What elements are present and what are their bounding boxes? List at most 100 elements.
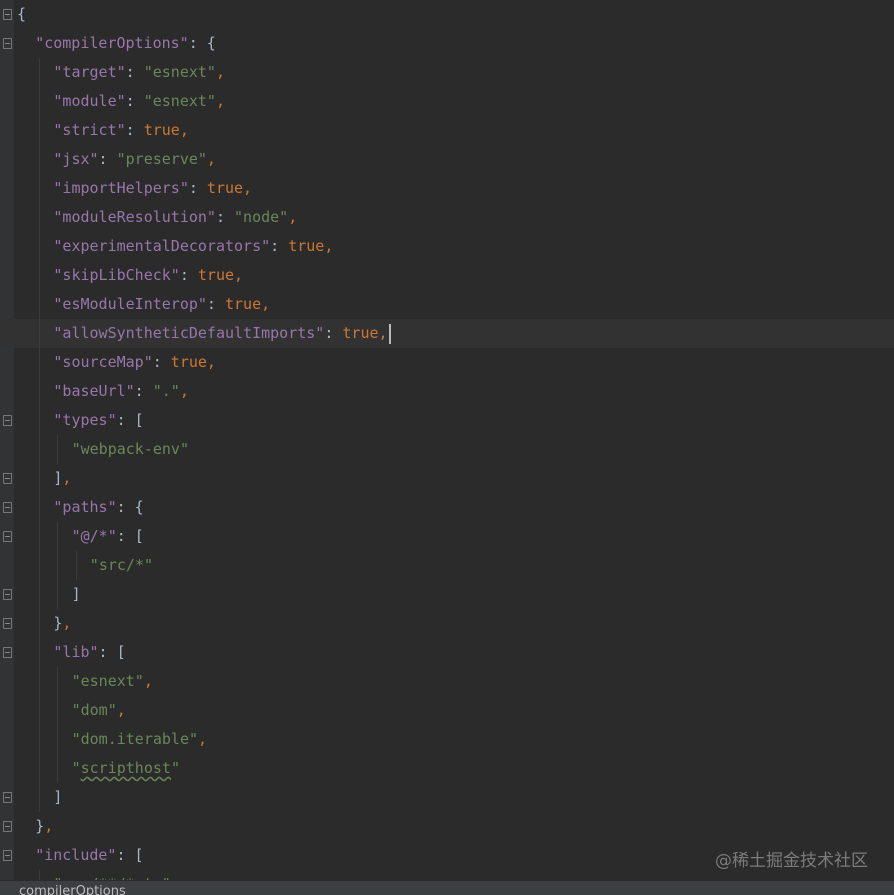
breadcrumb[interactable]: compilerOptions xyxy=(0,880,894,895)
code-token: , xyxy=(215,92,225,110)
indent-guide xyxy=(39,522,41,551)
code-token: "lib" xyxy=(53,643,99,661)
code-line[interactable]: "esModuleInterop": true, xyxy=(0,290,894,319)
code-line[interactable]: "webpack-env" xyxy=(0,435,894,464)
code-token: , xyxy=(243,179,253,197)
fold-open-icon[interactable] xyxy=(3,9,12,20)
indent-guide xyxy=(39,348,41,377)
code-line[interactable]: "importHelpers": true, xyxy=(0,174,894,203)
code-text: "types": [ xyxy=(53,406,143,435)
indent-guide xyxy=(39,435,41,464)
code-token: "src/*" xyxy=(89,556,154,574)
code-editor[interactable]: {"compilerOptions": {"target": "esnext",… xyxy=(0,0,894,895)
code-line[interactable]: }, xyxy=(0,609,894,638)
code-token: scripthost xyxy=(80,759,171,777)
code-token: , xyxy=(378,324,388,342)
code-line[interactable]: "sourceMap": true, xyxy=(0,348,894,377)
fold-close-icon[interactable] xyxy=(3,589,12,600)
code-token: "moduleResolution" xyxy=(53,208,216,226)
indent-guide xyxy=(39,406,41,435)
code-line[interactable]: "module": "esnext", xyxy=(0,87,894,116)
code-line[interactable]: "baseUrl": ".", xyxy=(0,377,894,406)
code-line[interactable]: "compilerOptions": { xyxy=(0,29,894,58)
code-token: , xyxy=(62,469,72,487)
code-line[interactable]: "paths": { xyxy=(0,493,894,522)
code-token: "importHelpers" xyxy=(53,179,189,197)
code-line[interactable]: "src/*" xyxy=(0,551,894,580)
indent-guide xyxy=(57,580,59,609)
indent-guide xyxy=(39,696,41,725)
code-line[interactable]: "types": [ xyxy=(0,406,894,435)
fold-close-icon[interactable] xyxy=(3,618,12,629)
code-token: true xyxy=(224,295,262,313)
code-line[interactable]: { xyxy=(0,0,894,29)
code-area[interactable]: {"compilerOptions": {"target": "esnext",… xyxy=(0,0,894,895)
code-token: "target" xyxy=(53,63,126,81)
code-line[interactable]: "@/*": [ xyxy=(0,522,894,551)
fold-close-icon[interactable] xyxy=(3,473,12,484)
code-text: "esModuleInterop": true, xyxy=(53,290,270,319)
code-token: : xyxy=(188,179,207,197)
indent-guide xyxy=(39,377,41,406)
code-token: , xyxy=(198,730,208,748)
code-line[interactable]: "skipLibCheck": true, xyxy=(0,261,894,290)
code-token: { xyxy=(17,5,27,23)
code-token: , xyxy=(206,353,216,371)
code-text: "strict": true, xyxy=(53,116,188,145)
code-line[interactable]: "target": "esnext", xyxy=(0,58,894,87)
code-token: "allowSyntheticDefaultImports" xyxy=(53,324,325,342)
indent-guide xyxy=(39,203,41,232)
code-line[interactable]: "moduleResolution": "node", xyxy=(0,203,894,232)
fold-open-icon[interactable] xyxy=(3,531,12,542)
code-token: : xyxy=(152,353,171,371)
fold-open-icon[interactable] xyxy=(3,647,12,658)
fold-close-icon[interactable] xyxy=(3,821,12,832)
indent-guide xyxy=(57,551,59,580)
code-text: "skipLibCheck": true, xyxy=(53,261,243,290)
code-token: true xyxy=(342,324,379,342)
code-line[interactable]: ] xyxy=(0,783,894,812)
breadcrumb-item-compiler-options[interactable]: compilerOptions xyxy=(19,881,126,895)
code-line[interactable]: "jsx": "preserve", xyxy=(0,145,894,174)
code-line[interactable]: "experimentalDecorators": true, xyxy=(0,232,894,261)
code-token: : { xyxy=(188,34,216,52)
indent-guide xyxy=(39,609,41,638)
code-token: ] xyxy=(53,788,63,806)
code-line[interactable]: ], xyxy=(0,464,894,493)
fold-open-icon[interactable] xyxy=(3,415,12,426)
text-caret xyxy=(388,323,391,344)
code-line[interactable]: "lib": [ xyxy=(0,638,894,667)
code-text: "include": [ xyxy=(35,841,143,870)
code-line[interactable]: "esnext", xyxy=(0,667,894,696)
code-line[interactable]: "allowSyntheticDefaultImports": true, xyxy=(0,319,894,348)
code-text: "compilerOptions": { xyxy=(35,29,216,58)
code-text: "dom.iterable", xyxy=(72,725,207,754)
indent-guide xyxy=(39,580,41,609)
code-text: "scripthost" xyxy=(72,754,180,783)
code-token: : xyxy=(125,63,144,81)
code-text: "jsx": "preserve", xyxy=(53,145,216,174)
indent-guide xyxy=(39,754,41,783)
fold-open-icon[interactable] xyxy=(3,850,12,861)
code-text: "module": "esnext", xyxy=(53,87,225,116)
code-text: ] xyxy=(53,783,62,812)
code-line[interactable]: "strict": true, xyxy=(0,116,894,145)
indent-guide xyxy=(57,754,59,783)
code-line[interactable]: "dom", xyxy=(0,696,894,725)
code-text: "webpack-env" xyxy=(72,435,189,464)
code-line[interactable]: }, xyxy=(0,812,894,841)
code-line[interactable]: "scripthost" xyxy=(0,754,894,783)
code-line[interactable]: "dom.iterable", xyxy=(0,725,894,754)
code-text: { xyxy=(17,0,26,29)
indent-guide xyxy=(39,638,41,667)
code-token: : xyxy=(134,382,153,400)
code-text: }, xyxy=(53,609,71,638)
fold-close-icon[interactable] xyxy=(3,792,12,803)
fold-open-icon[interactable] xyxy=(3,502,12,513)
indent-guide xyxy=(39,58,41,87)
fold-open-icon[interactable] xyxy=(3,38,12,49)
code-token: " xyxy=(170,759,180,777)
code-token: , xyxy=(62,614,72,632)
code-line[interactable]: ] xyxy=(0,580,894,609)
indent-guide xyxy=(39,290,41,319)
